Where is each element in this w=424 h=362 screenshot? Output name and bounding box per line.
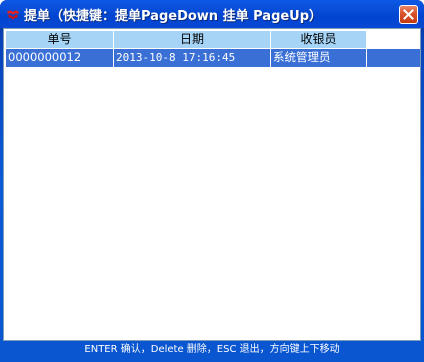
order-grid[interactable]: 单号 日期 收银员 0000000012 2013-10-8 17:16:45 …: [6, 31, 420, 67]
column-header-date[interactable]: 日期: [114, 31, 271, 49]
status-bar: ENTER 确认，Delete 删除，ESC 退出，方向键上下移动: [0, 341, 424, 362]
cell-filler: [367, 49, 420, 67]
column-header-filler: [367, 31, 420, 49]
grid-header-row: 单号 日期 收银员: [6, 31, 420, 49]
keyboard-hint: ENTER 确认，Delete 删除，ESC 退出，方向键上下移动: [84, 344, 340, 355]
column-header-cashier[interactable]: 收银员: [271, 31, 367, 49]
cell-cashier: 系统管理员: [271, 49, 367, 67]
table-row[interactable]: 0000000012 2013-10-8 17:16:45 系统管理员: [6, 49, 420, 67]
dialog-window: 提单（快捷键：提单PageDown 挂单 PageUp） 单号 日期 收银员 0…: [0, 0, 424, 362]
window-title: 提单（快捷键：提单PageDown 挂单 PageUp）: [24, 9, 323, 24]
close-button[interactable]: [399, 5, 418, 24]
cell-order-no: 0000000012: [6, 49, 114, 67]
cell-date: 2013-10-8 17:16:45: [114, 49, 271, 67]
column-header-order-no[interactable]: 单号: [6, 31, 114, 49]
app-logo-icon: [6, 7, 20, 20]
title-bar[interactable]: 提单（快捷键：提单PageDown 挂单 PageUp）: [0, 0, 424, 28]
order-list-panel: 单号 日期 收银员 0000000012 2013-10-8 17:16:45 …: [3, 28, 421, 341]
close-icon: [403, 9, 414, 20]
